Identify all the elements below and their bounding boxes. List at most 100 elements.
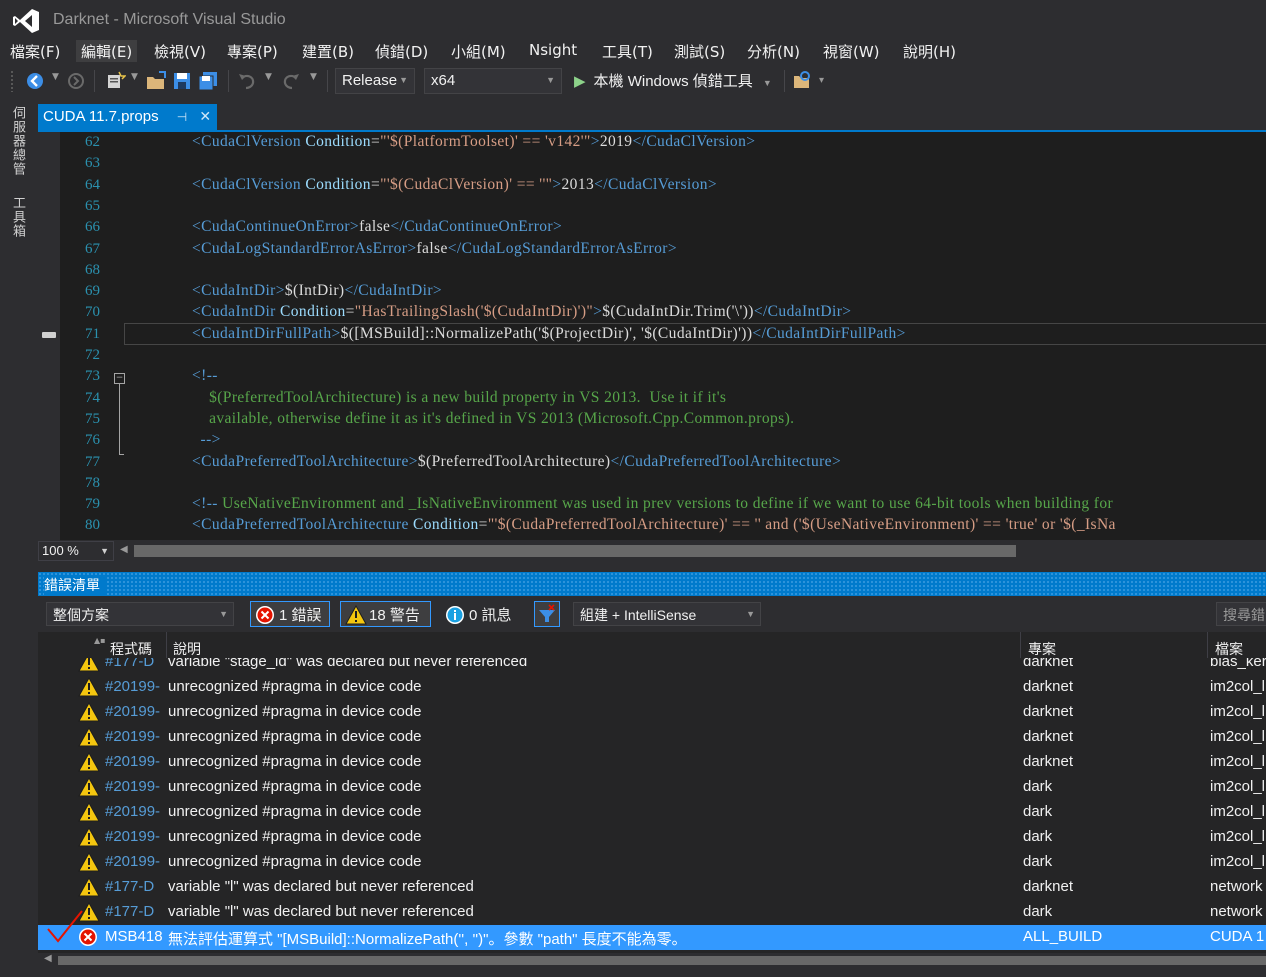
close-icon[interactable]: ✕ bbox=[199, 108, 211, 124]
menu-item[interactable]: 視窗(W) bbox=[818, 40, 885, 62]
menu-item[interactable]: 檢視(V) bbox=[149, 40, 211, 62]
error-code-link[interactable]: #20199- bbox=[105, 828, 167, 845]
save-all-icon[interactable] bbox=[197, 70, 219, 92]
menu-item[interactable]: 小組(M) bbox=[446, 40, 511, 62]
errors-toggle-button[interactable]: 1 錯誤 bbox=[250, 601, 330, 627]
error-code-link[interactable]: #20199- bbox=[105, 778, 167, 795]
zoom-level-combo[interactable]: 100 % ▼ bbox=[38, 541, 114, 561]
code-line: 71 <CudaIntDirFullPath>$([MSBuild]::Norma… bbox=[60, 324, 1266, 345]
error-code-link[interactable]: #20199- bbox=[105, 853, 167, 870]
error-description: unrecognized #pragma in device code bbox=[168, 853, 422, 870]
menu-item[interactable]: 分析(N) bbox=[742, 40, 805, 62]
pin-icon[interactable]: ⊣ bbox=[177, 110, 187, 124]
code-text: <CudaLogStandardErrorAsError>false</Cuda… bbox=[192, 240, 677, 257]
navigate-forward-icon[interactable] bbox=[65, 70, 87, 92]
toolbox-tab[interactable]: 工具箱 bbox=[8, 196, 27, 238]
line-number: 71 bbox=[85, 326, 100, 342]
menu-item[interactable]: 編輯(E) bbox=[76, 40, 138, 62]
error-code-link[interactable]: #20199- bbox=[105, 703, 167, 720]
error-list-search-input[interactable]: 搜尋錯 bbox=[1216, 602, 1266, 626]
column-divider[interactable] bbox=[166, 632, 167, 658]
line-number: 63 bbox=[85, 155, 100, 171]
new-dropdown-icon[interactable]: ▼ bbox=[131, 72, 138, 82]
error-list-row[interactable]: #20199- unrecognized #pragma in device co… bbox=[38, 750, 1266, 775]
error-list-row[interactable]: MSB418 無法評估運算式 "[MSBuild]::NormalizePath(… bbox=[38, 925, 1266, 950]
menu-item[interactable]: 偵錯(D) bbox=[370, 40, 433, 62]
error-list-row[interactable]: #20199- unrecognized #pragma in device co… bbox=[38, 775, 1266, 800]
column-file[interactable]: 檔案 bbox=[1215, 639, 1243, 659]
solution-platform-combo[interactable]: x64 ▼ bbox=[424, 68, 562, 94]
error-list-row[interactable]: #177-D variable "l" was declared but neve… bbox=[38, 900, 1266, 925]
bookmark-indicator bbox=[42, 332, 56, 338]
back-dropdown-icon[interactable]: ▼ bbox=[52, 72, 59, 82]
scroll-left-icon[interactable]: ◀ bbox=[120, 544, 128, 555]
column-code[interactable]: 程式碼 bbox=[110, 639, 152, 659]
toolbar-separator bbox=[327, 70, 328, 92]
error-list-row[interactable]: #20199- unrecognized #pragma in device co… bbox=[38, 825, 1266, 850]
error-list-row[interactable]: #177-D variable "l" was declared but neve… bbox=[38, 875, 1266, 900]
error-code-link[interactable]: #177-D bbox=[105, 658, 167, 670]
error-code-link[interactable]: #177-D bbox=[105, 903, 167, 920]
menu-item[interactable]: 建置(B) bbox=[297, 40, 359, 62]
code-editor[interactable]: − 62 <CudaClVersion Condition="'$(Platfor… bbox=[38, 132, 1266, 540]
error-list-row[interactable]: #20199- unrecognized #pragma in device co… bbox=[38, 675, 1266, 700]
error-file: im2col_l bbox=[1210, 778, 1266, 795]
menu-item[interactable]: Nsight bbox=[524, 40, 582, 62]
redo-icon[interactable] bbox=[280, 70, 302, 92]
menu-item[interactable]: 說明(H) bbox=[898, 40, 961, 62]
error-list-row[interactable]: #20199- unrecognized #pragma in device co… bbox=[38, 725, 1266, 750]
scope-combo[interactable]: 整個方案 ▼ bbox=[46, 602, 234, 626]
save-icon[interactable] bbox=[171, 70, 193, 92]
toolbar-grip[interactable] bbox=[10, 70, 14, 92]
error-list-row[interactable]: #177-D variable "stage_id" was declared b… bbox=[38, 658, 1266, 675]
error-code-link[interactable]: #177-D bbox=[105, 878, 167, 895]
scroll-left-icon[interactable]: ◀ bbox=[44, 953, 52, 964]
toolbar-overflow-icon[interactable]: ▾ bbox=[819, 75, 824, 86]
messages-toggle-button[interactable]: 0 訊息 bbox=[440, 601, 530, 627]
column-divider[interactable] bbox=[1207, 632, 1208, 658]
open-file-icon[interactable] bbox=[145, 70, 167, 92]
server-explorer-tab[interactable]: 伺服器總管 bbox=[8, 106, 27, 176]
line-number: 68 bbox=[85, 262, 100, 278]
error-list-toolbar: 整個方案 ▼ 1 錯誤 18 警告 0 訊息 組建 + IntelliSense… bbox=[38, 596, 1266, 632]
menu-item[interactable]: 工具(T) bbox=[597, 40, 658, 62]
error-list-header[interactable]: 錯誤清單 bbox=[38, 572, 1266, 596]
error-file: im2col_l bbox=[1210, 728, 1266, 745]
error-list-horizontal-scrollbar[interactable]: ◀ bbox=[38, 953, 1266, 967]
column-description[interactable]: 說明 bbox=[173, 639, 201, 659]
error-list-panel: 錯誤清單 整個方案 ▼ 1 錯誤 18 警告 0 訊息 組建 + Intelli… bbox=[38, 572, 1266, 977]
error-code-link[interactable]: #20199- bbox=[105, 728, 167, 745]
column-project[interactable]: 專案 bbox=[1028, 639, 1056, 659]
start-debugging-button[interactable]: ▶ 本機 Windows 偵錯工具 ▼ bbox=[574, 70, 772, 94]
find-in-files-icon[interactable] bbox=[792, 70, 814, 92]
horizontal-scrollbar-thumb[interactable] bbox=[134, 545, 1016, 557]
undo-icon[interactable] bbox=[236, 70, 258, 92]
warnings-toggle-button[interactable]: 18 警告 bbox=[340, 601, 431, 627]
undo-dropdown-icon[interactable]: ▼ bbox=[265, 72, 272, 82]
redo-dropdown-icon[interactable]: ▼ bbox=[310, 72, 317, 82]
column-divider[interactable] bbox=[1020, 632, 1021, 658]
error-list-row[interactable]: #20199- unrecognized #pragma in device co… bbox=[38, 700, 1266, 725]
filter-button[interactable] bbox=[534, 601, 560, 627]
error-list-row[interactable]: #20199- unrecognized #pragma in device co… bbox=[38, 850, 1266, 875]
error-code-link[interactable]: #20199- bbox=[105, 803, 167, 820]
toolbar-separator bbox=[94, 70, 95, 92]
error-code-link[interactable]: #20199- bbox=[105, 678, 167, 695]
visual-studio-logo-icon bbox=[13, 9, 39, 33]
navigate-back-icon[interactable] bbox=[24, 70, 46, 92]
menu-item[interactable]: 專案(P) bbox=[222, 40, 283, 62]
build-source-combo[interactable]: 組建 + IntelliSense ▼ bbox=[573, 602, 761, 626]
error-list-row[interactable]: #20199- unrecognized #pragma in device co… bbox=[38, 800, 1266, 825]
error-code-link[interactable]: MSB418 bbox=[105, 928, 167, 945]
menu-item[interactable]: 檔案(F) bbox=[5, 40, 65, 62]
code-line: 72 bbox=[60, 345, 1266, 366]
error-code-link[interactable]: #20199- bbox=[105, 753, 167, 770]
new-project-icon[interactable] bbox=[104, 70, 126, 92]
document-tab[interactable]: CUDA 11.7.props ⊣ ✕ bbox=[38, 104, 218, 132]
warning-icon bbox=[78, 876, 100, 897]
solution-configuration-combo[interactable]: Release ▼ bbox=[335, 68, 415, 94]
horizontal-scrollbar-thumb[interactable] bbox=[58, 956, 1266, 965]
code-line: 73 <!-- bbox=[60, 366, 1266, 387]
menu-item[interactable]: 測試(S) bbox=[669, 40, 730, 62]
error-project: ALL_BUILD bbox=[1023, 928, 1103, 945]
